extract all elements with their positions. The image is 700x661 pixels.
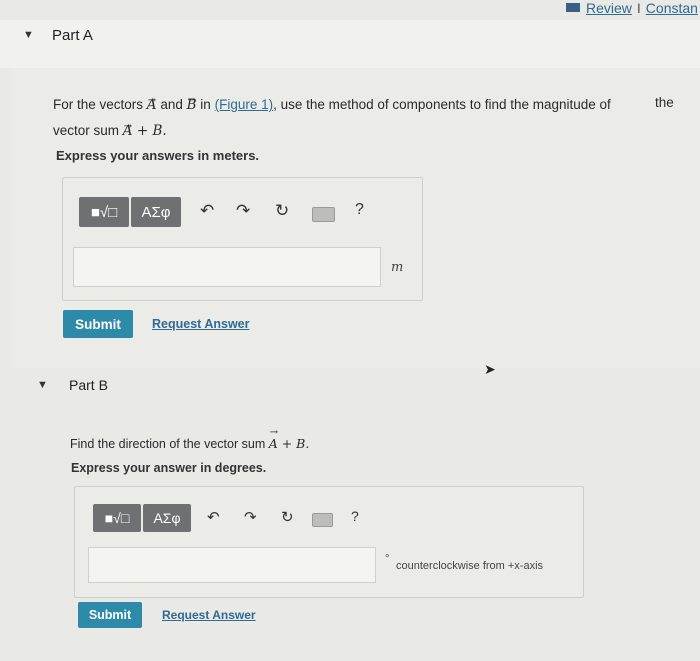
review-link[interactable]: Review [586,0,632,16]
part-a-question: For the vectors A and B in (Figure 1), u… [53,92,633,144]
part-a-unit: m [391,260,404,275]
degree-symbol: ° [385,553,390,565]
figure-link[interactable]: (Figure 1) [215,97,274,112]
redo-icon[interactable]: ↷ [236,201,250,221]
undo-icon[interactable]: ↶ [207,508,220,526]
part-a-submit-button[interactable]: Submit [63,310,133,338]
part-b-submit-button[interactable]: Submit [78,602,142,628]
undo-icon[interactable]: ↶ [200,201,214,221]
sum-expression: A + B. [269,436,310,451]
constants-link[interactable]: Constan [646,0,698,16]
help-button[interactable]: ? [351,508,359,524]
keyboard-icon[interactable] [312,513,333,527]
vector-a: A [147,97,157,113]
question-text-the: the [655,95,674,110]
sum-expression: A + B. [123,123,167,139]
templates-button[interactable]: ■√□ [93,504,141,532]
part-a-request-answer-link[interactable]: Request Answer [152,317,249,331]
part-b-question: Find the direction of the vector sum A +… [70,436,309,451]
part-a-title: Part A [52,27,93,44]
vector-b: B [187,97,197,113]
question-text: in [200,97,211,112]
caret-down-icon[interactable]: ▼ [37,379,48,391]
question-text: and [160,97,183,112]
redo-icon[interactable]: ↷ [244,508,257,526]
header-links: Review I Constan [566,0,698,16]
question-text: , use the method of components to find t… [273,97,611,112]
part-a-answer-input[interactable] [73,247,381,287]
greek-symbols-button[interactable]: ΑΣφ [131,197,181,227]
part-b-answer-input[interactable] [88,547,376,583]
greek-symbols-button[interactable]: ΑΣφ [143,504,191,532]
part-b-title: Part B [69,377,108,393]
question-text: vector sum [53,123,120,138]
reset-icon[interactable]: ↻ [281,508,294,526]
part-a-instruction: Express your answers in meters. [56,148,260,163]
caret-down-icon[interactable]: ▼ [23,29,34,41]
question-text: Find the direction of the vector sum [70,437,266,451]
part-b-request-answer-link[interactable]: Request Answer [162,608,256,622]
question-text: For the vectors [53,97,144,112]
part-a-header[interactable] [0,20,700,68]
templates-button[interactable]: ■√□ [79,197,129,227]
help-button[interactable]: ? [355,201,364,219]
reset-icon[interactable]: ↻ [275,201,289,221]
part-b-unit-text: counterclockwise from +x-axis [396,560,544,572]
review-icon [566,3,580,12]
cursor-icon: ➤ [484,361,496,377]
part-b-instruction: Express your answer in degrees. [71,461,267,475]
keyboard-icon[interactable] [312,207,335,222]
separator: I [636,0,641,16]
